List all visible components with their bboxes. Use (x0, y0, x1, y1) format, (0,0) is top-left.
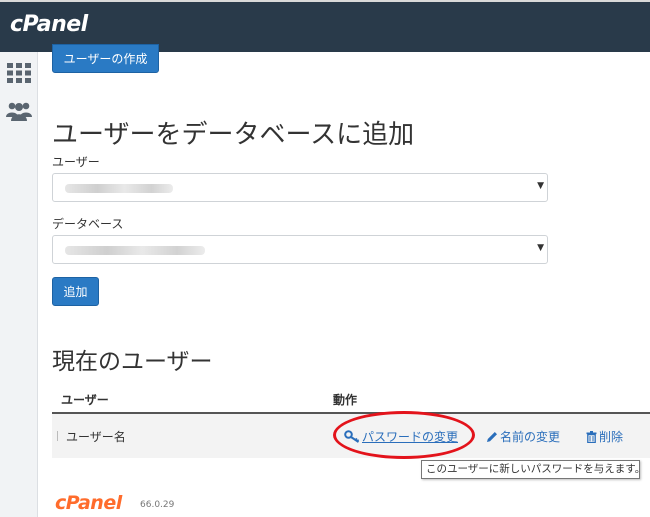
row-marker (57, 431, 58, 441)
grid-icon[interactable] (6, 60, 32, 86)
column-header-actions: 動作 (333, 393, 358, 407)
current-users-heading: 現在のユーザー (52, 349, 213, 375)
highlight-circle (333, 411, 475, 459)
user-name-cell: ユーザー名 (66, 430, 126, 444)
footer-cpanel-logo[interactable]: cPanel (55, 492, 122, 514)
dropdown-caret-icon: ▼ (537, 181, 544, 191)
dropdown-caret-icon: ▼ (537, 243, 544, 253)
users-icon[interactable] (6, 98, 32, 124)
user-label: ユーザー (52, 155, 100, 169)
column-header-user[interactable]: ユーザー (61, 391, 109, 408)
rename-link[interactable]: 名前の変更 (486, 428, 560, 445)
cpanel-logo[interactable]: cPanel (10, 12, 88, 37)
sidebar (0, 52, 38, 517)
version-text: 66.0.29 (140, 500, 175, 510)
redacted-value (65, 184, 173, 193)
add-button[interactable]: 追加 (52, 277, 99, 306)
delete-link[interactable]: 削除 (586, 428, 623, 445)
trash-icon (586, 431, 597, 444)
database-label: データベース (52, 217, 124, 231)
add-user-to-db-heading: ユーザーをデータベースに追加 (52, 120, 415, 150)
create-user-button[interactable]: ユーザーの作成 (52, 44, 159, 73)
tooltip: このユーザーに新しいパスワードを与えます。 (421, 460, 645, 479)
database-select[interactable]: ▼ (52, 235, 548, 264)
pencil-icon (487, 432, 497, 442)
redacted-value (65, 246, 205, 255)
user-select[interactable]: ▼ (52, 173, 548, 202)
